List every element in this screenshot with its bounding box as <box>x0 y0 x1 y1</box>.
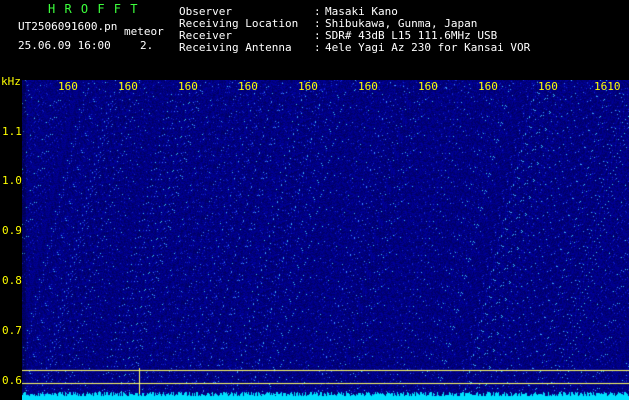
x-tick-label: 160 <box>298 80 318 93</box>
x-tick-label: 160 <box>418 80 438 93</box>
scale-mark: 2. <box>140 39 154 52</box>
x-tick-label: 160 <box>538 80 558 93</box>
y-unit-label: kHz <box>1 75 21 88</box>
mode-label: meteor <box>124 25 164 38</box>
waterfall-spectrogram[interactable] <box>22 80 629 400</box>
x-tick-label: 160 <box>358 80 378 93</box>
hrofft-window: H R O F F T UT2506091600.pn meteor 25.06… <box>0 0 629 400</box>
file-name: UT2506091600.pn <box>18 20 118 33</box>
waterfall-canvas <box>22 80 629 400</box>
y-tick-label: 1.0 <box>2 174 22 187</box>
x-tick-label: 160 <box>178 80 198 93</box>
app-title: H R O F F T <box>48 2 139 16</box>
datetime-label: 25.06.09 16:00 <box>18 39 111 52</box>
antenna-sep: : <box>314 41 321 54</box>
x-tick-label: 160 <box>238 80 258 93</box>
y-tick-label: 0.8 <box>2 274 22 287</box>
x-tick-label: 160 <box>118 80 138 93</box>
y-tick-label: 0.6 <box>2 374 22 387</box>
antenna-value: 4ele Yagi Az 230 for Kansai VOR <box>325 41 531 54</box>
x-tick-label: 1610 <box>594 80 621 93</box>
antenna-label: Receiving Antenna <box>179 41 292 54</box>
y-tick-label: 1.1 <box>2 125 22 138</box>
x-tick-label: 160 <box>58 80 78 93</box>
y-tick-label: 0.7 <box>2 324 22 337</box>
y-tick-label: 0.9 <box>2 224 22 237</box>
x-tick-label: 160 <box>478 80 498 93</box>
